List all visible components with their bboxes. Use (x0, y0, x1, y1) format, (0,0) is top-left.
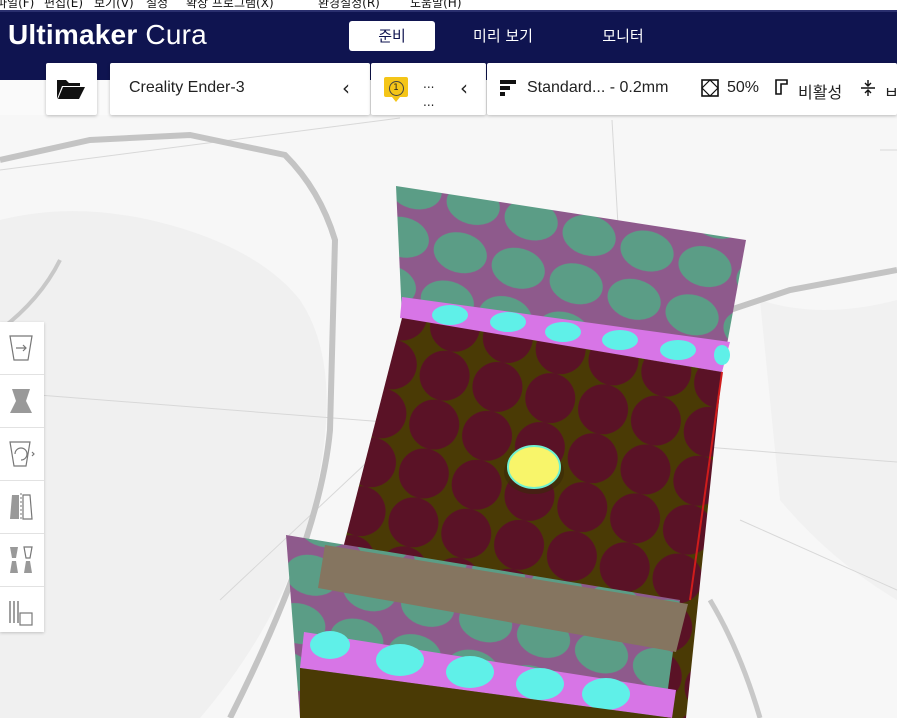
menu-bar: 파일(F) 편집(E) 보기(V) 설정 확장 프로그램(X) 환경설정(R) … (0, 0, 897, 10)
adhesion-icon (861, 80, 875, 96)
logo-bold-text: Ultimaker (8, 19, 138, 50)
menu-help[interactable]: 도움말(H) (410, 0, 462, 10)
scale-tool[interactable] (0, 375, 44, 428)
material-badge: 1 (384, 77, 408, 102)
material-variant: ... (423, 95, 435, 109)
tab-monitor[interactable]: 모니터 (583, 21, 663, 51)
per-model-settings-tool[interactable] (0, 534, 44, 587)
adhesion-value: ㅂ (884, 85, 897, 102)
menu-view[interactable]: 보기(V) (94, 0, 134, 10)
extruder-number: 1 (388, 81, 404, 96)
mirror-tool[interactable] (0, 481, 44, 534)
infill-icon (701, 79, 719, 97)
build-plate-viewport[interactable] (0, 115, 897, 718)
menu-file[interactable]: 파일(F) (0, 0, 34, 10)
material-selector[interactable]: 1 ... ... ‹ (371, 63, 486, 115)
chevron-left-icon: ‹ (342, 76, 350, 100)
tool-sidebar (0, 322, 44, 632)
menu-preferences[interactable]: 환경설정(R) (318, 0, 380, 10)
printer-name: Creality Ender-3 (129, 79, 245, 96)
chevron-left-icon: ‹ (460, 76, 468, 100)
menu-settings[interactable]: 설정 (146, 0, 168, 10)
menu-extensions[interactable]: 확장 프로그램(X) (186, 0, 274, 10)
support-icon (775, 79, 788, 95)
logo-light-text: Cura (145, 19, 207, 50)
support-blocker-tool[interactable] (0, 587, 44, 639)
folder-open-icon (57, 80, 85, 99)
support-value: 비활성 (798, 85, 843, 102)
profile-label: Standard... - 0.2mm (527, 79, 669, 96)
move-tool[interactable] (0, 322, 44, 375)
rotate-icon (9, 441, 35, 467)
open-file-button[interactable] (46, 63, 97, 115)
scale-icon (10, 389, 32, 413)
app-header: Ultimaker Cura 준비 미리 보기 모니터 (0, 10, 897, 62)
profile-icon (500, 80, 516, 96)
tab-preview[interactable]: 미리 보기 (458, 21, 548, 51)
move-icon (9, 335, 33, 361)
infill-value: 50% (727, 79, 760, 96)
menu-edit[interactable]: 편집(E) (44, 0, 83, 10)
support-blocker-icon (9, 601, 33, 626)
tab-prepare[interactable]: 준비 (349, 21, 435, 51)
per-model-settings-icon (10, 546, 33, 573)
material-name: ... (423, 77, 435, 91)
mirror-icon (10, 493, 33, 521)
app-logo: Ultimaker Cura (8, 19, 207, 51)
print-settings-selector[interactable]: Standard... - 0.2mm 50% 비활성 ㅂ (487, 63, 897, 115)
rotate-tool[interactable] (0, 428, 44, 481)
printer-selector[interactable]: Creality Ender-3 ‹ (110, 63, 370, 115)
